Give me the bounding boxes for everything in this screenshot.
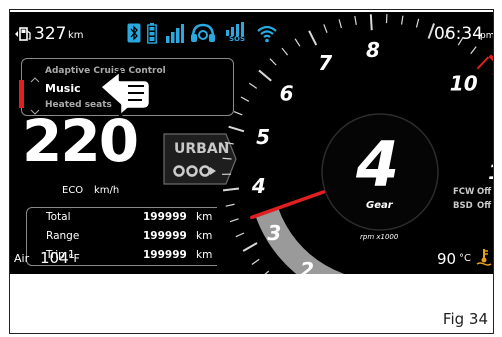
fcw-state: Off (477, 187, 492, 197)
rpm-tick (224, 141, 234, 145)
rpm-tick (228, 125, 245, 133)
rpm-tick (269, 58, 277, 66)
rpm-number: 2 (300, 258, 314, 274)
coolant-temp-unit: °C (459, 253, 471, 264)
rpm-tick (242, 242, 258, 252)
rpm-tick (338, 19, 343, 29)
rpm-tick (294, 38, 301, 47)
gear-label: Gear (366, 200, 393, 211)
rpm-tick (427, 23, 435, 39)
rpm-number: 7 (318, 51, 332, 75)
rpm-tick (415, 18, 420, 28)
rpm-tick (235, 232, 245, 238)
rpm-tick (251, 258, 260, 265)
instrument-cluster-display: 327 km SOS 06:34 pm Adaptive Cruise Cont… (10, 12, 493, 274)
rpm-tick (225, 203, 235, 207)
rpm-tick (457, 37, 464, 46)
rpm-number: 10 (450, 71, 478, 95)
rpm-tick (233, 110, 243, 116)
rpm-tick (222, 157, 232, 160)
rpm-number: 8 (366, 38, 380, 62)
rpm-tick (470, 46, 477, 55)
bsd-state: Off (477, 201, 492, 211)
rpm-tick (401, 15, 404, 25)
rpm-tick (323, 24, 328, 33)
rpm-tick (229, 218, 239, 223)
rpm-tick (281, 47, 289, 56)
rpm-tick (444, 29, 450, 39)
bsd-label: BSD (453, 201, 473, 211)
rpm-number: 12 (488, 160, 493, 184)
coolant-temperature-icon (476, 248, 492, 270)
rpm-number: 6 (280, 82, 294, 106)
figure-label: Fig 34 (442, 310, 488, 328)
tachometer-dial: 123456781012 (222, 14, 493, 274)
rpm-tick (308, 30, 318, 46)
gear-value: 4 (356, 128, 400, 201)
rpm-number: 5 (256, 125, 270, 149)
rpm-tick (476, 56, 490, 70)
redline-arc (488, 54, 493, 62)
rpm-number: 4 (251, 174, 266, 198)
coolant-temp-value: 90 (437, 250, 457, 268)
rpm-tick (258, 69, 272, 82)
rpm-tick (240, 96, 250, 102)
rpm-tick (222, 187, 240, 192)
rpm-number: 3 (267, 221, 281, 245)
fcw-label: FCW (453, 187, 475, 197)
rpm-tick (369, 14, 373, 31)
rpm-tick (354, 15, 357, 25)
rpm-unit-label: rpm x1000 (360, 233, 399, 241)
rpm-tick (248, 82, 258, 89)
rpm-tick (264, 270, 270, 274)
